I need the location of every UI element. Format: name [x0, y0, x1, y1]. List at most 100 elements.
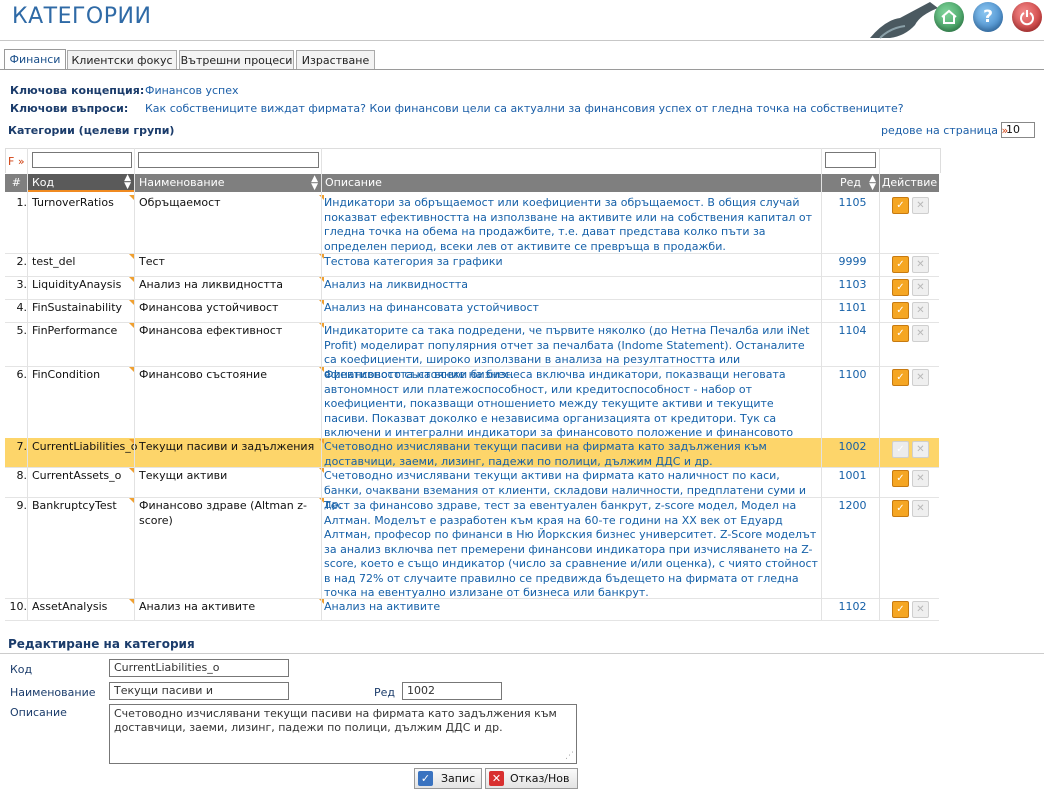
filter-code-input[interactable] [32, 152, 132, 168]
edit-row-button[interactable]: ✓ [892, 369, 909, 386]
row-code: AssetAnalysis [32, 600, 108, 613]
delete-icon: ✕ [916, 372, 925, 383]
row-description: Анализ на ликвидността [324, 278, 468, 291]
check-icon: ✓ [896, 282, 905, 293]
tab-internal-processes[interactable]: Вътрешни процеси [179, 50, 294, 70]
home-button[interactable] [934, 2, 964, 32]
table-row[interactable]: 4. FinSustainability Финансова устойчивост… [5, 299, 939, 323]
delete-icon: ✕ [916, 503, 925, 514]
delete-row-button[interactable]: ✕ [912, 441, 929, 458]
row-order[interactable]: 1103 [825, 278, 880, 293]
row-description: Анализ на финансовата устойчивост [324, 301, 539, 314]
order-field[interactable]: 1002 [402, 682, 502, 700]
table-row[interactable]: 7. CurrentLiabilities_o Текущи пасиви и за… [5, 438, 939, 468]
table-row[interactable]: 9. BankruptcyTest Финансово здраве (Altman… [5, 497, 939, 599]
row-number: 4. [16, 301, 28, 314]
cancel-button[interactable]: ✕ Отказ/Нов [485, 768, 578, 789]
delete-icon: ✕ [916, 282, 925, 293]
row-description: Тестова категория за графики [324, 255, 503, 268]
resize-handle-icon: ⋰ [565, 751, 574, 761]
edit-row-button[interactable]: ✓ [892, 256, 909, 273]
delete-row-button[interactable]: ✕ [912, 369, 929, 386]
logout-button[interactable] [1012, 2, 1042, 32]
delete-row-button[interactable]: ✕ [912, 470, 929, 487]
column-divider [821, 148, 822, 620]
desc-field[interactable]: Счетоводно изчислявани текущи пасиви на … [109, 704, 577, 764]
table-row[interactable]: 8. CurrentAssets_o Текущи активи Счетоводно… [5, 467, 939, 511]
row-order[interactable]: 1001 [825, 469, 880, 484]
table-row[interactable]: 1. TurnoverRatios Обръщаемост Индикатори за… [5, 194, 939, 254]
row-name: Анализ на активите [139, 600, 256, 613]
edit-row-button[interactable]: ✓ [892, 441, 909, 458]
check-icon: ✓ [418, 771, 433, 786]
edit-row-button[interactable]: ✓ [892, 325, 909, 342]
check-icon: ✓ [896, 328, 905, 339]
filter-order-input[interactable] [825, 152, 876, 168]
row-name: Текущи пасиви и задължения [139, 440, 315, 453]
row-order[interactable]: 1002 [825, 440, 880, 455]
questions-value: Как собствениците виждат фирмата? Кои фи… [145, 102, 904, 115]
delete-icon: ✕ [916, 473, 925, 484]
delete-row-button[interactable]: ✕ [912, 197, 929, 214]
col-name-header[interactable]: Наименование ▲ ▼ [135, 174, 321, 192]
edit-row-button[interactable]: ✓ [892, 601, 909, 618]
tab-growth[interactable]: Израстване [296, 50, 375, 70]
delete-row-button[interactable]: ✕ [912, 500, 929, 517]
row-order[interactable]: 9999 [825, 255, 880, 270]
table-row[interactable]: 2. test_del Тест Тестова категория за графи… [5, 253, 939, 277]
delete-row-button[interactable]: ✕ [912, 325, 929, 342]
delete-row-button[interactable]: ✕ [912, 302, 929, 319]
code-field[interactable]: CurrentLiabilities_o [109, 659, 289, 677]
row-number: 9. [16, 499, 28, 512]
name-label: Наименование [10, 686, 96, 699]
row-name: Финансово състояние [139, 368, 267, 381]
concept-value: Финансов успех [145, 84, 239, 97]
edit-row-button[interactable]: ✓ [892, 279, 909, 296]
delete-row-button[interactable]: ✕ [912, 601, 929, 618]
sort-icon: ▲ ▼ [311, 174, 318, 192]
check-icon: ✓ [896, 259, 905, 270]
rows-per-page-input[interactable]: 10 [1001, 122, 1035, 138]
col-order-header[interactable]: Ред ▲ ▼ [822, 174, 879, 192]
row-name: Финансова устойчивост [139, 301, 279, 314]
delete-row-button[interactable]: ✕ [912, 256, 929, 273]
row-order[interactable]: 1101 [825, 301, 880, 316]
cancel-icon: ✕ [489, 771, 504, 786]
table-row[interactable]: 5. FinPerformance Финансова ефективност Инд… [5, 322, 939, 381]
row-description: Тест за финансово здраве, тест за евенту… [324, 499, 818, 599]
help-button[interactable]: ? [973, 2, 1003, 32]
check-icon: ✓ [896, 444, 905, 455]
row-code: BankruptcyTest [32, 499, 117, 512]
row-order[interactable]: 1105 [825, 196, 880, 211]
row-code: CurrentAssets_o [32, 469, 122, 482]
edit-row-button[interactable]: ✓ [892, 470, 909, 487]
check-icon: ✓ [896, 200, 905, 211]
tab-finance[interactable]: Финанси [4, 49, 66, 70]
app-header: КАТЕГОРИИ ? [0, 0, 1044, 41]
col-code-header[interactable]: Код ▲ ▼ [28, 174, 134, 192]
delete-row-button[interactable]: ✕ [912, 279, 929, 296]
table-row[interactable]: 3. LiquidityAnaysis Анализ на ликвидността… [5, 276, 939, 300]
delete-icon: ✕ [916, 328, 925, 339]
name-field[interactable]: Текущи пасиви и задължения [109, 682, 289, 713]
save-button[interactable]: ✓ Запис [414, 768, 482, 789]
row-code: LiquidityAnaysis [32, 278, 122, 291]
tab-customer-focus[interactable]: Клиентски фокус [67, 50, 177, 70]
table-row[interactable]: 10. AssetAnalysis Анализ на активите Анализ… [5, 598, 939, 621]
row-order[interactable]: 1100 [825, 368, 880, 383]
row-order[interactable]: 1200 [825, 499, 880, 514]
row-number: 10. [9, 600, 28, 613]
sort-icon: ▲ ▼ [869, 174, 876, 192]
table-row[interactable]: 6. FinCondition Финансово състояние Финансо… [5, 366, 939, 454]
edit-row-button[interactable]: ✓ [892, 302, 909, 319]
filter-name-input[interactable] [138, 152, 319, 168]
row-name: Анализ на ликвидността [139, 278, 283, 291]
row-order[interactable]: 1104 [825, 324, 880, 339]
row-order[interactable]: 1102 [825, 600, 880, 615]
edit-row-button[interactable]: ✓ [892, 500, 909, 517]
bird-logo [870, 2, 938, 39]
desc-label: Описание [10, 706, 67, 719]
delete-icon: ✕ [916, 259, 925, 270]
edit-row-button[interactable]: ✓ [892, 197, 909, 214]
row-code: TurnoverRatios [32, 196, 114, 209]
